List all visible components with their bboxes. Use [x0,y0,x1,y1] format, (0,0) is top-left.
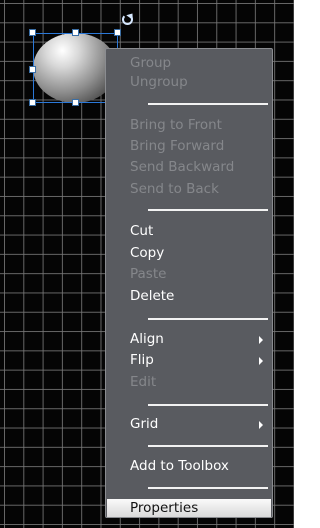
menu-item-bring-forward[interactable]: Bring Forward [130,137,224,155]
menu-item-cut[interactable]: Cut [130,222,153,240]
rotate-handle-icon[interactable] [122,14,133,25]
menu-item-paste[interactable]: Paste [130,265,166,283]
resize-handle-bottom-left[interactable] [29,99,36,106]
menu-item-properties[interactable]: Properties [107,499,271,517]
context-menu: Group Ungroup Bring to Front Bring Forwa… [105,48,273,518]
menu-item-ungroup[interactable]: Ungroup [130,73,188,91]
menu-item-add-to-toolbox[interactable]: Add to Toolbox [130,457,229,475]
menu-item-properties-label: Properties [130,500,199,516]
menu-separator [148,209,268,211]
menu-item-flip[interactable]: Flip [130,351,154,369]
menu-separator [148,445,268,447]
menu-item-delete[interactable]: Delete [130,287,174,305]
menu-item-send-backward[interactable]: Send Backward [130,158,234,176]
menu-item-align[interactable]: Align [130,330,164,348]
menu-item-send-to-back[interactable]: Send to Back [130,180,219,198]
submenu-arrow-icon [259,421,263,429]
resize-handle-top-left[interactable] [29,29,36,36]
menu-separator [148,318,268,320]
menu-item-grid[interactable]: Grid [130,415,158,433]
submenu-arrow-icon [259,336,263,344]
menu-item-copy[interactable]: Copy [130,244,164,262]
menu-separator [148,103,268,105]
resize-handle-top-center[interactable] [72,29,79,36]
menu-item-group[interactable]: Group [130,54,171,72]
menu-item-edit[interactable]: Edit [130,373,156,391]
resize-handle-middle-left[interactable] [29,66,36,73]
menu-separator [148,487,268,489]
submenu-arrow-icon [259,357,263,365]
resize-handle-bottom-center[interactable] [72,99,79,106]
resize-handle-top-right[interactable] [114,29,121,36]
menu-separator [148,404,268,406]
menu-item-bring-to-front[interactable]: Bring to Front [130,116,222,134]
